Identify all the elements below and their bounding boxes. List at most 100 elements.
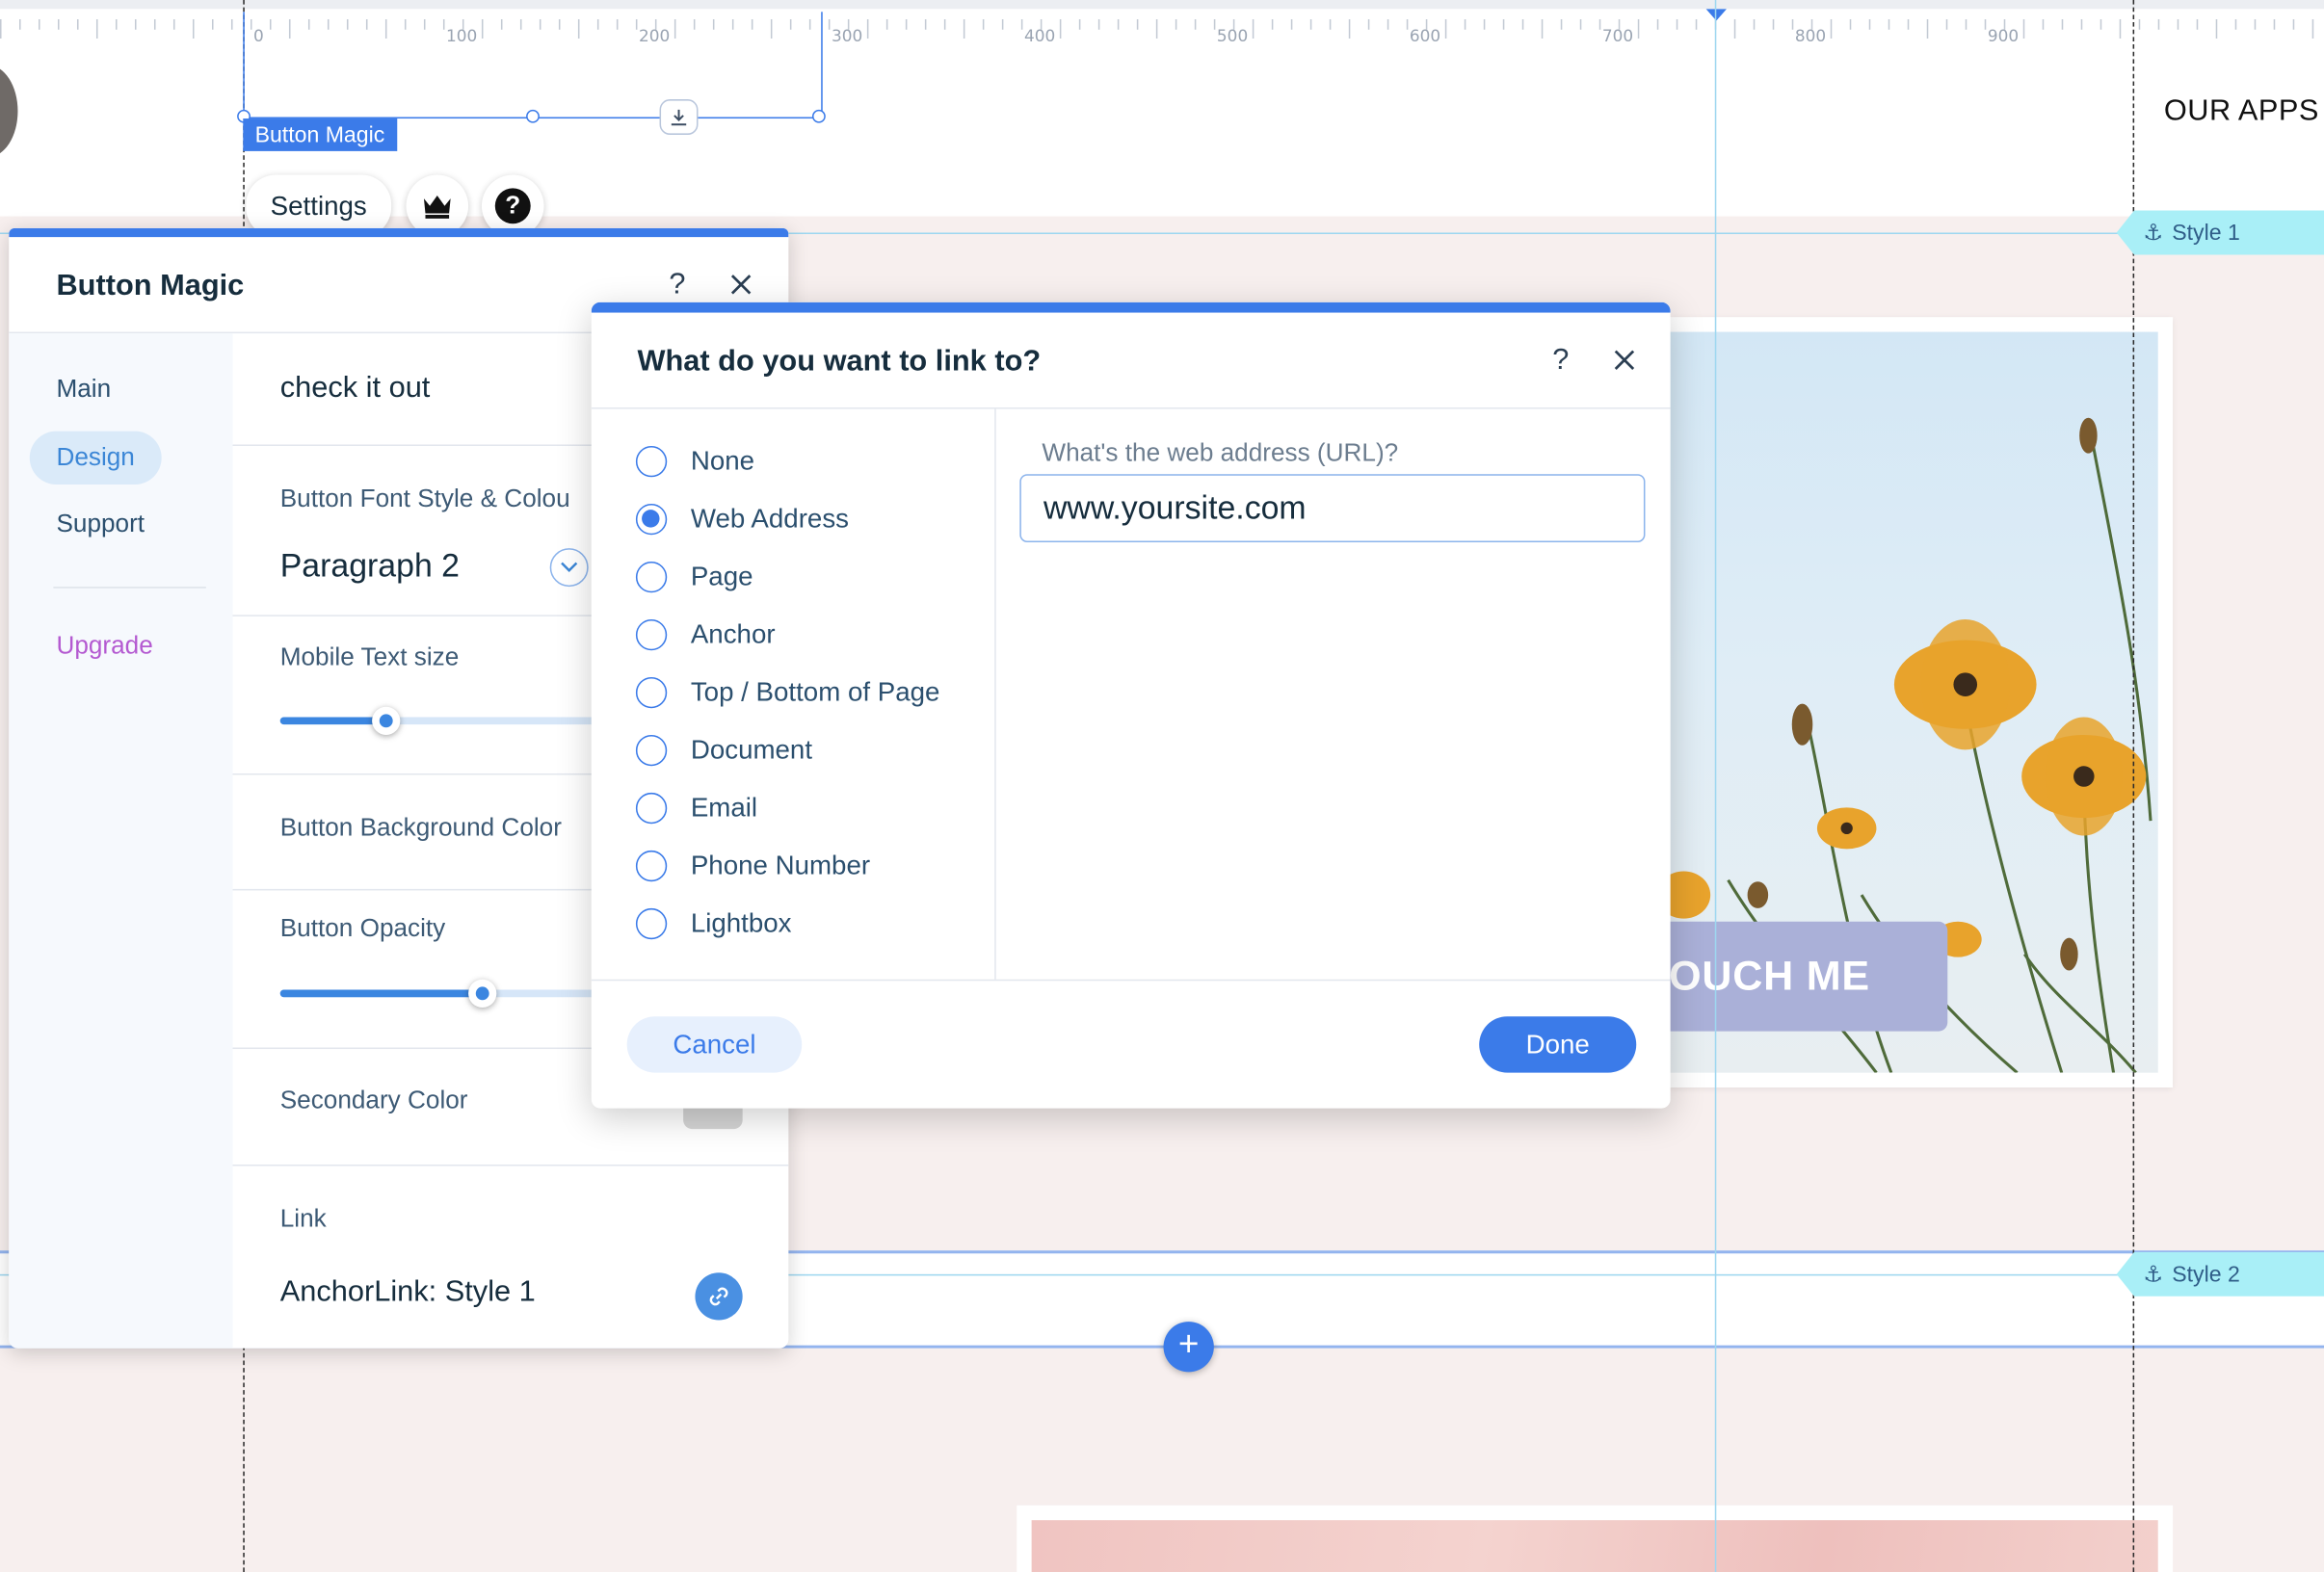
question-icon: ? bbox=[1552, 343, 1570, 376]
ruler-label: 400 bbox=[1023, 26, 1056, 46]
panel-title: Button Magic bbox=[56, 269, 245, 302]
nav-design[interactable]: Design bbox=[29, 431, 162, 485]
question-icon: ? bbox=[669, 267, 686, 301]
editor-stage: 0 100 200 300 400 500 600 700 800 900 OU… bbox=[0, 0, 2324, 1572]
ruler-label: 500 bbox=[1216, 26, 1249, 46]
crown-icon bbox=[423, 196, 451, 219]
selected-element-label[interactable]: Button Magic bbox=[243, 118, 397, 151]
url-field-label: What's the web address (URL)? bbox=[1042, 438, 1399, 467]
dialog-help-button[interactable]: ? bbox=[1540, 339, 1581, 380]
slider-handle[interactable] bbox=[468, 979, 497, 1008]
nav-support[interactable]: Support bbox=[30, 498, 172, 551]
panel-close-button[interactable] bbox=[721, 264, 762, 305]
link-option-web-address[interactable]: Web Address bbox=[635, 496, 850, 540]
anchor-tag-label: Style 1 bbox=[2172, 220, 2240, 246]
nav-upgrade[interactable]: Upgrade bbox=[30, 619, 180, 672]
link-option-none[interactable]: None bbox=[635, 438, 755, 483]
close-icon bbox=[730, 275, 752, 295]
link-option-lightbox[interactable]: Lightbox bbox=[635, 901, 792, 945]
radio-button[interactable] bbox=[635, 734, 668, 766]
secondary-color-swatch[interactable] bbox=[683, 1105, 743, 1130]
link-label: Link bbox=[279, 1204, 327, 1233]
plus-icon: + bbox=[1177, 1324, 1200, 1365]
dialog-title: What do you want to link to? bbox=[637, 345, 1042, 379]
url-input[interactable]: www.yoursite.com bbox=[1019, 474, 1646, 542]
slider-handle[interactable] bbox=[372, 706, 401, 735]
link-dialog: What do you want to link to? ? None Web … bbox=[591, 301, 1671, 1109]
link-value: AnchorLink: Style 1 bbox=[279, 1275, 536, 1309]
mobile-text-size-label: Mobile Text size bbox=[279, 642, 460, 671]
done-button[interactable]: Done bbox=[1479, 1016, 1637, 1073]
option-label: Anchor bbox=[690, 618, 776, 648]
link-option-top-bottom[interactable]: Top / Bottom of Page bbox=[635, 669, 940, 714]
link-option-email[interactable]: Email bbox=[635, 785, 758, 829]
option-label: Page bbox=[690, 561, 753, 590]
ruler-label: 800 bbox=[1794, 26, 1827, 46]
anchor-tag-style1[interactable]: ⚓ Style 1 bbox=[2116, 210, 2324, 255]
dialog-accent-bar bbox=[591, 301, 1671, 313]
radio-button[interactable] bbox=[635, 676, 668, 708]
anchor-icon: ⚓ bbox=[2143, 1262, 2164, 1288]
option-label: Email bbox=[690, 792, 758, 822]
slider-fill bbox=[279, 989, 482, 998]
option-label: Document bbox=[690, 734, 813, 764]
stretch-handle[interactable] bbox=[659, 99, 699, 135]
radio-button[interactable] bbox=[635, 792, 668, 824]
option-label: Top / Bottom of Page bbox=[690, 676, 940, 706]
font-style-label: Button Font Style & Colou bbox=[279, 484, 570, 513]
header-menu-text[interactable]: OUR APPS bbox=[2164, 94, 2319, 128]
close-icon bbox=[1614, 350, 1635, 370]
cancel-button[interactable]: Cancel bbox=[626, 1016, 803, 1073]
dialog-header[interactable]: What do you want to link to? ? bbox=[591, 313, 1671, 409]
font-style-dropdown[interactable] bbox=[549, 548, 589, 588]
download-icon bbox=[671, 109, 687, 126]
add-section-button[interactable]: + bbox=[1163, 1322, 1214, 1373]
anchor-tag-style2[interactable]: ⚓ Style 2 bbox=[2116, 1251, 2324, 1297]
link-icon bbox=[709, 1287, 728, 1306]
chevron-down-icon bbox=[561, 562, 578, 572]
option-label: Phone Number bbox=[690, 850, 871, 879]
help-icon: ? bbox=[494, 188, 531, 224]
ruler-label: 900 bbox=[1987, 26, 2020, 46]
opacity-label: Button Opacity bbox=[279, 914, 446, 943]
option-label: None bbox=[690, 445, 755, 475]
dialog-close-button[interactable] bbox=[1603, 339, 1645, 380]
image-card[interactable] bbox=[1017, 1505, 2174, 1572]
link-option-page[interactable]: Page bbox=[635, 554, 753, 598]
ruler-label: 300 bbox=[831, 26, 863, 46]
panel-nav: Main Design Support Upgrade bbox=[9, 333, 233, 1349]
link-option-document[interactable]: Document bbox=[635, 727, 813, 772]
panel-accent-bar bbox=[9, 227, 789, 238]
option-label: Web Address bbox=[690, 503, 850, 533]
slider-fill bbox=[279, 717, 385, 725]
touch-me-button[interactable]: OUCH ME bbox=[1648, 921, 1948, 1032]
anchor-tag-label: Style 2 bbox=[2172, 1261, 2240, 1287]
link-option-anchor[interactable]: Anchor bbox=[635, 612, 776, 656]
link-type-list: None Web Address Page Anchor Top / Botto… bbox=[592, 408, 996, 980]
link-row: Link AnchorLink: Style 1 bbox=[233, 1166, 789, 1349]
radio-button[interactable] bbox=[635, 618, 668, 650]
radio-button[interactable] bbox=[635, 445, 668, 477]
nav-divider bbox=[53, 587, 206, 589]
resize-handle[interactable] bbox=[526, 109, 540, 123]
radio-button[interactable] bbox=[635, 850, 668, 881]
radio-button[interactable] bbox=[635, 503, 668, 535]
ruler-label: 600 bbox=[1409, 26, 1441, 46]
radio-button[interactable] bbox=[635, 561, 668, 592]
panel-help-button[interactable]: ? bbox=[656, 264, 698, 305]
selection-frame[interactable] bbox=[237, 12, 826, 123]
button-text-value[interactable]: check it out bbox=[280, 372, 431, 406]
nav-main[interactable]: Main bbox=[30, 363, 138, 416]
ruler-label: 700 bbox=[1601, 26, 1634, 46]
radio-button[interactable] bbox=[635, 907, 668, 939]
link-option-phone[interactable]: Phone Number bbox=[635, 843, 871, 887]
anchor-icon: ⚓ bbox=[2143, 221, 2164, 247]
resize-handle[interactable] bbox=[811, 109, 826, 123]
option-label: Lightbox bbox=[690, 907, 792, 937]
ruler-guide-vertical[interactable] bbox=[1714, 0, 1717, 1572]
background-color-label: Button Background Color bbox=[279, 813, 562, 842]
edit-link-button[interactable] bbox=[695, 1272, 743, 1321]
secondary-color-label: Secondary Color bbox=[279, 1086, 468, 1114]
pink-fabric-photo[interactable] bbox=[1031, 1520, 2158, 1572]
font-style-value[interactable]: Paragraph 2 bbox=[280, 547, 460, 586]
